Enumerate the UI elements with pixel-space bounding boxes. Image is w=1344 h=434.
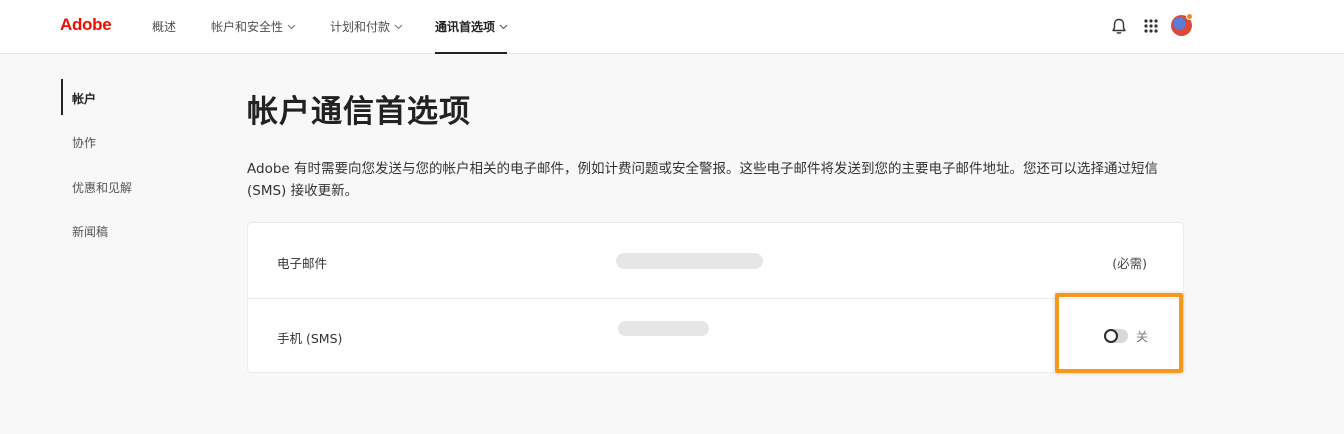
- nav-overview[interactable]: 概述: [152, 18, 176, 35]
- notification-dot: [1186, 13, 1193, 20]
- sms-row-label: 手机 (SMS): [277, 331, 343, 346]
- page-description: Adobe 有时需要向您发送与您的帐户相关的电子邮件，例如计费问题或安全警报。这…: [247, 161, 1158, 199]
- communication-preferences-card: 电子邮件 (必需) 手机 (SMS): [247, 222, 1184, 373]
- chevron-down-icon: [499, 24, 508, 30]
- nav-plans-payment[interactable]: 计划和付款: [330, 18, 403, 35]
- sms-toggle-state-label: 关: [1136, 330, 1149, 344]
- sidebar-active-marker: [61, 79, 63, 115]
- required-badge: (必需): [1112, 256, 1147, 271]
- active-nav-underline: [435, 52, 507, 54]
- page-title: 帐户通信首选项: [247, 94, 471, 130]
- nav-account-security[interactable]: 帐户和安全性: [211, 18, 296, 35]
- chevron-down-icon: [394, 24, 403, 30]
- email-row-label: 电子邮件: [277, 256, 328, 271]
- bell-icon[interactable]: [1110, 17, 1128, 35]
- toggle-knob: [1104, 329, 1118, 343]
- chevron-down-icon: [287, 24, 296, 30]
- sidebar-item-collaboration[interactable]: 协作: [72, 134, 96, 151]
- email-value-placeholder: [616, 253, 763, 269]
- top-navigation-bar: Adobe 概述 帐户和安全性 计划和付款 通讯首选项: [0, 0, 1344, 54]
- phone-value-placeholder: [618, 321, 709, 336]
- sidebar-item-account[interactable]: 帐户: [72, 90, 96, 107]
- app-grid-icon[interactable]: [1143, 18, 1158, 33]
- nav-communication-preferences[interactable]: 通讯首选项: [435, 18, 508, 35]
- row-divider: [248, 298, 1183, 299]
- sidebar-item-offers-insights[interactable]: 优惠和见解: [72, 179, 132, 196]
- sms-toggle-switch[interactable]: [1104, 329, 1128, 343]
- sidebar-item-newsletters[interactable]: 新闻稿: [72, 223, 108, 240]
- adobe-logo[interactable]: Adobe: [60, 15, 112, 35]
